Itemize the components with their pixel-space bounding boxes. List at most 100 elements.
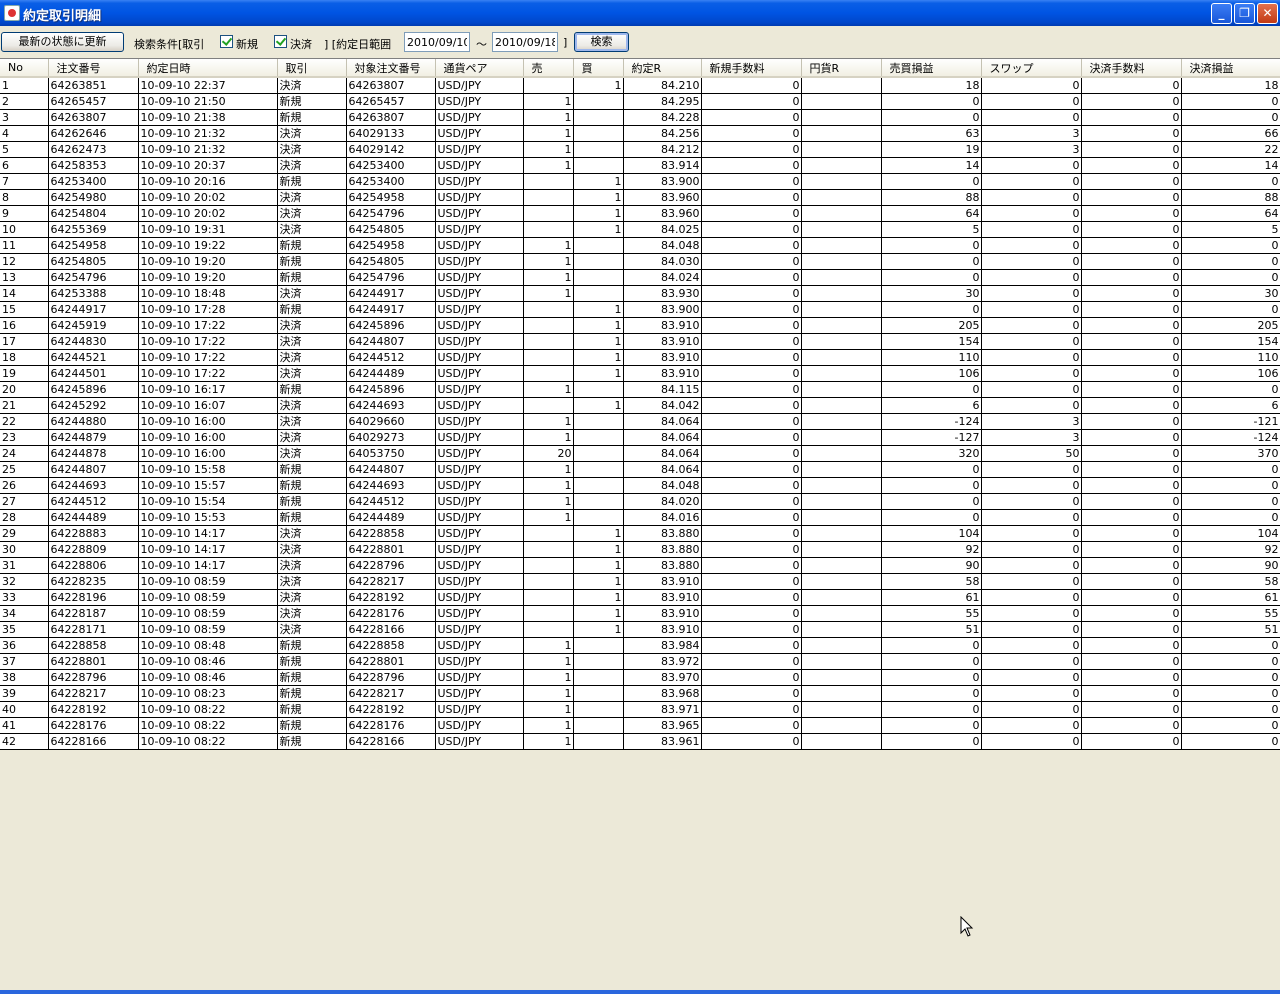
table-cell[interactable]: 51 — [1181, 621, 1280, 638]
table-cell[interactable]: 新規 — [277, 381, 347, 398]
table-cell[interactable] — [801, 141, 882, 158]
table-cell[interactable]: 84.064 — [623, 461, 702, 478]
table-cell[interactable]: USD/JPY — [435, 317, 524, 334]
table-cell[interactable]: USD/JPY — [435, 413, 524, 430]
table-cell[interactable]: 84.210 — [623, 77, 702, 94]
table-cell[interactable]: 9 — [0, 205, 49, 222]
table-cell[interactable]: 14 — [1181, 157, 1280, 174]
table-cell[interactable]: 64228166 — [346, 621, 436, 638]
table-cell[interactable]: 83.970 — [623, 669, 702, 686]
table-cell[interactable]: 64228192 — [346, 701, 436, 718]
table-cell[interactable]: 1 — [573, 621, 624, 638]
table-cell[interactable]: 1 — [573, 557, 624, 574]
table-cell[interactable]: 0 — [1081, 605, 1182, 622]
table-row[interactable]: 9 64254804 10-09-10 20:02 決済 64254796 USD/JPY… — [0, 205, 1280, 222]
table-cell[interactable]: 新規 — [277, 717, 347, 734]
table-row[interactable]: 38 64228796 10-09-10 08:46 新規 64228796 USD/JP… — [0, 669, 1280, 686]
table-cell[interactable]: 1 — [523, 413, 574, 430]
table-cell[interactable] — [801, 125, 882, 142]
table-cell[interactable]: 39 — [0, 685, 49, 702]
table-cell[interactable]: 83.910 — [623, 605, 702, 622]
table-cell[interactable] — [573, 253, 624, 270]
table-cell[interactable]: 0 — [981, 653, 1082, 670]
table-cell[interactable]: 55 — [881, 605, 982, 622]
table-cell[interactable]: 64245292 — [48, 397, 139, 414]
table-cell[interactable]: 205 — [881, 317, 982, 334]
table-cell[interactable]: 0 — [701, 701, 802, 718]
table-cell[interactable]: 13 — [0, 269, 49, 286]
table-cell[interactable]: 5 — [0, 141, 49, 158]
table-cell[interactable]: 決済 — [277, 333, 347, 350]
table-row[interactable]: 25 64244807 10-09-10 15:58 新規 64244807 USD/JP… — [0, 461, 1280, 478]
table-cell[interactable]: 83.910 — [623, 621, 702, 638]
table-cell[interactable]: 決済 — [277, 429, 347, 446]
table-row[interactable]: 36 64228858 10-09-10 08:48 新規 64228858 USD/JP… — [0, 637, 1280, 654]
table-cell[interactable]: 0 — [1081, 429, 1182, 446]
table-cell[interactable]: 64244830 — [48, 333, 139, 350]
table-cell[interactable]: 0 — [701, 333, 802, 350]
table-cell[interactable]: 66 — [1181, 125, 1280, 142]
column-header[interactable]: 売 — [523, 59, 574, 78]
table-cell[interactable]: USD/JPY — [435, 173, 524, 190]
table-cell[interactable]: 新規 — [277, 653, 347, 670]
table-cell[interactable]: 1 — [523, 237, 574, 254]
column-header[interactable]: 取引 — [277, 59, 347, 78]
table-cell[interactable]: 83.900 — [623, 301, 702, 318]
table-cell[interactable]: 0 — [1081, 477, 1182, 494]
table-cell[interactable]: 1 — [523, 269, 574, 286]
table-cell[interactable]: 0 — [701, 125, 802, 142]
table-cell[interactable]: 決済 — [277, 141, 347, 158]
table-cell[interactable] — [523, 77, 574, 94]
column-header[interactable]: 通貨ペア — [435, 59, 524, 78]
table-cell[interactable]: 0 — [981, 621, 1082, 638]
table-cell[interactable]: 64254805 — [346, 253, 436, 270]
table-row[interactable]: 33 64228196 10-09-10 08:59 決済 64228192 USD/JP… — [0, 589, 1280, 606]
table-cell[interactable]: 0 — [981, 525, 1082, 542]
table-cell[interactable]: 6 — [881, 397, 982, 414]
table-cell[interactable]: 決済 — [277, 205, 347, 222]
table-cell[interactable]: USD/JPY — [435, 77, 524, 94]
close-button[interactable]: ✕ — [1257, 3, 1278, 24]
table-cell[interactable]: 84.212 — [623, 141, 702, 158]
table-cell[interactable]: 64244917 — [48, 301, 139, 318]
table-cell[interactable]: 0 — [881, 637, 982, 654]
table-cell[interactable]: 5 — [881, 221, 982, 238]
table-cell[interactable]: 10-09-10 20:02 — [138, 189, 278, 206]
table-cell[interactable]: 64253400 — [346, 173, 436, 190]
table-cell[interactable]: 83.971 — [623, 701, 702, 718]
table-cell[interactable]: USD/JPY — [435, 637, 524, 654]
table-cell[interactable]: 10-09-10 17:28 — [138, 301, 278, 318]
table-cell[interactable]: 84.064 — [623, 445, 702, 462]
table-cell[interactable]: 新規 — [277, 669, 347, 686]
table-cell[interactable]: 決済 — [277, 557, 347, 574]
table-cell[interactable]: 0 — [981, 157, 1082, 174]
table-row[interactable]: 15 64244917 10-09-10 17:28 新規 64244917 USD/JP… — [0, 301, 1280, 318]
table-cell[interactable]: 64244489 — [346, 509, 436, 526]
table-cell[interactable]: 0 — [1181, 493, 1280, 510]
column-header[interactable]: 注文番号 — [48, 59, 139, 78]
table-cell[interactable]: 0 — [981, 509, 1082, 526]
table-cell[interactable]: USD/JPY — [435, 461, 524, 478]
table-cell[interactable]: USD/JPY — [435, 685, 524, 702]
table-cell[interactable]: 83.930 — [623, 285, 702, 302]
table-cell[interactable]: 1 — [523, 381, 574, 398]
table-cell[interactable]: -124 — [1181, 429, 1280, 446]
table-cell[interactable]: 0 — [701, 301, 802, 318]
table-cell[interactable]: 154 — [881, 333, 982, 350]
table-cell[interactable]: 1 — [523, 701, 574, 718]
table-cell[interactable]: USD/JPY — [435, 493, 524, 510]
table-cell[interactable]: 205 — [1181, 317, 1280, 334]
table-cell[interactable] — [573, 509, 624, 526]
table-cell[interactable] — [523, 317, 574, 334]
table-cell[interactable]: 0 — [981, 461, 1082, 478]
table-cell[interactable]: 3 — [981, 429, 1082, 446]
table-cell[interactable]: 0 — [981, 717, 1082, 734]
table-cell[interactable]: USD/JPY — [435, 189, 524, 206]
table-cell[interactable]: 0 — [1081, 381, 1182, 398]
table-cell[interactable]: 0 — [701, 573, 802, 590]
table-cell[interactable]: 58 — [881, 573, 982, 590]
table-cell[interactable]: 0 — [881, 685, 982, 702]
table-cell[interactable]: 0 — [1081, 141, 1182, 158]
table-cell[interactable]: 0 — [881, 669, 982, 686]
table-cell[interactable]: 0 — [981, 573, 1082, 590]
